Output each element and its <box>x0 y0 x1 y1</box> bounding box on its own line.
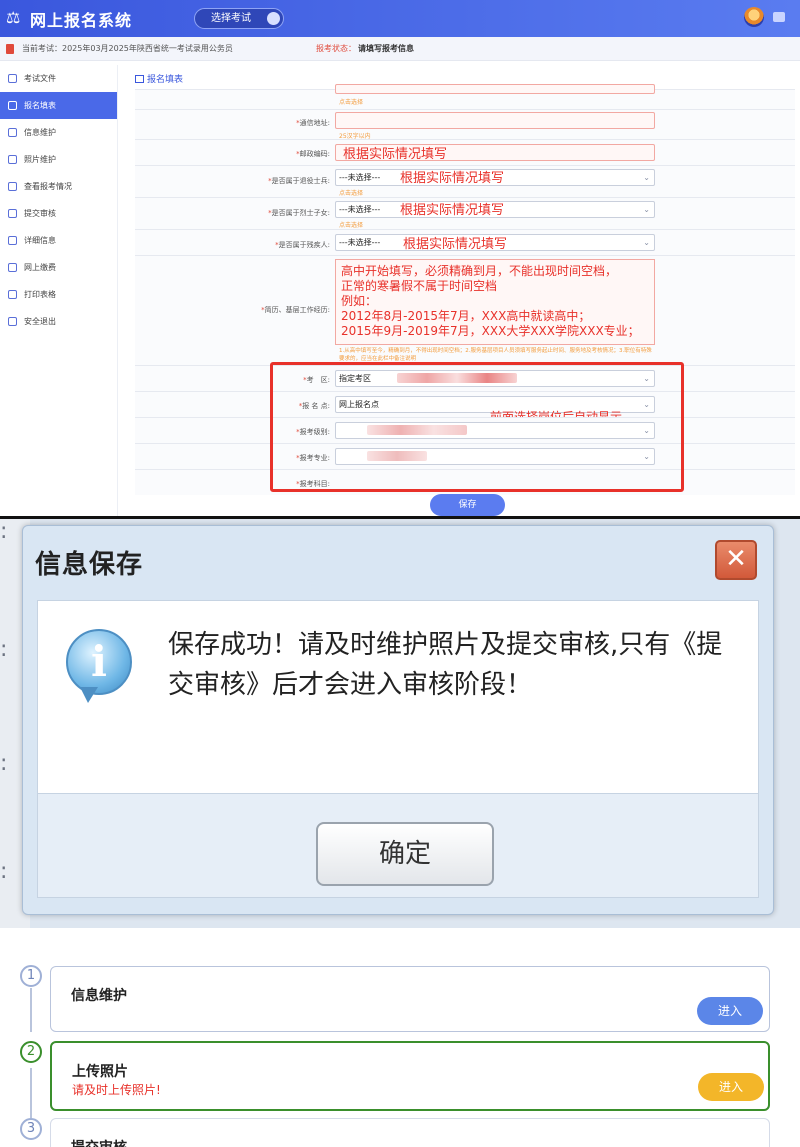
top-bar: ⚖ 网上报名系统 选择考试 <box>0 0 800 37</box>
select-exam-button[interactable]: 选择考试 <box>194 8 284 29</box>
step-subtitle: 请及时上传照片! <box>72 1083 161 1097</box>
background-text: : <box>0 859 8 884</box>
ok-button[interactable]: 确定 <box>316 822 494 886</box>
form-row-address: *通信地址: 25汉字以内 <box>135 109 795 140</box>
background-text: : <box>0 637 8 662</box>
sidebar-item-info-maintain[interactable]: 信息维护 <box>0 119 117 146</box>
step-connector <box>30 1068 32 1118</box>
step-title: 提交审核 <box>71 1137 127 1147</box>
sidebar-item-payment[interactable]: 网上缴费 <box>0 254 117 281</box>
step-title: 上传照片 <box>72 1064 128 1080</box>
submit-icon <box>8 209 17 218</box>
step-connector <box>30 988 32 1032</box>
disabled-label: *是否属于残疾人: <box>275 241 330 249</box>
page-title: 报名填表 <box>135 72 183 85</box>
print-icon <box>8 290 17 299</box>
home-icon <box>135 75 144 83</box>
sidebar-item-details[interactable]: 详细信息 <box>0 227 117 254</box>
veteran-note: 根据实际情况填写 <box>400 171 505 186</box>
select-exam-label: 选择考试 <box>211 13 251 24</box>
file-icon <box>8 74 17 83</box>
veteran-hint: 点击选择 <box>339 190 364 197</box>
message-icon[interactable] <box>773 12 785 22</box>
martyr-note: 根据实际情况填写 <box>400 203 505 218</box>
info-icon: i <box>66 629 132 695</box>
current-exam: 当前考试：2025年03月2025年陕西省统一考试录用公务员 <box>22 44 233 53</box>
info-icon-tail <box>80 687 98 703</box>
martyr-label: *是否属于烈士子女: <box>268 209 330 217</box>
status-label: 报考状态： <box>316 44 356 53</box>
sidebar-item-submit-review[interactable]: 提交审核 <box>0 200 117 227</box>
click-select-hint: 点击选择 <box>339 99 364 106</box>
chevron-down-icon: ⌄ <box>643 173 650 182</box>
postcode-label: *邮政编码: <box>296 150 330 158</box>
document-icon <box>6 44 14 54</box>
image-icon <box>8 155 17 164</box>
edit-icon <box>8 101 17 110</box>
sidebar-item-exam-files[interactable]: 考试文件 <box>0 65 117 92</box>
address-label: *通信地址: <box>296 119 330 127</box>
form-row-disabled: *是否属于残疾人: ---未选择--- ⌄ 根据实际情况填写 <box>135 229 795 255</box>
veteran-label: *是否属于退役士兵: <box>268 177 330 185</box>
steps-panel: 1 信息维护 进入 2 上传照片 请及时上传照片! 进入 3 提交审核 <box>0 928 800 1147</box>
form-row-martyr: *是否属于烈士子女: ---未选择--- ⌄ 根据实际情况填写 点击选择 <box>135 197 795 229</box>
form-row-postcode: *邮政编码: 根据实际情况填写 <box>135 139 795 165</box>
sidebar: 考试文件 报名填表 信息维护 照片维护 查看报考情况 提交审核 详细信息 网上缴… <box>0 65 118 516</box>
step-card-photo: 上传照片 请及时上传照片! 进入 <box>50 1041 770 1111</box>
form-row-resume: *简历、基层工作经历: 高中开始填写，必须精确到月，不能出现时间空档， 正常的寒… <box>135 255 795 365</box>
martyr-hint: 点击选择 <box>339 222 364 229</box>
step-card-info: 信息维护 进入 <box>50 966 770 1032</box>
printer-icon <box>8 182 17 191</box>
sidebar-item-photo[interactable]: 照片维护 <box>0 146 117 173</box>
exam-info-bar: 当前考试：2025年03月2025年陕西省统一考试录用公务员 报考状态： 请填写… <box>0 37 800 61</box>
resume-tip: 1.从高中填写至今，精确到月，不得出现时间空档；2.服务基层项目人员须填写服务起… <box>339 348 652 362</box>
background-text: : <box>0 751 8 776</box>
close-button[interactable]: ✕ <box>715 540 757 580</box>
resume-textarea[interactable]: 高中开始填写，必须精确到月，不能出现时间空档， 正常的寒暑假不属于时间空档 例如… <box>335 259 655 345</box>
step-title: 信息维护 <box>71 988 127 1004</box>
registration-form-panel: ⚖ 网上报名系统 选择考试 当前考试：2025年03月2025年陕西省统一考试录… <box>0 0 800 516</box>
form-row-veteran: *是否属于退役士兵: ---未选择--- ⌄ 根据实际情况填写 点击选择 <box>135 165 795 197</box>
save-dialog-panel: : : : : 信息保存 ✕ i 保存成功！请及时维护照片及提交审核,只有《提交… <box>0 516 800 928</box>
dialog-body: i 保存成功！请及时维护照片及提交审核,只有《提交审核》后才会进入审核阶段！ <box>37 600 759 794</box>
dialog-footer: 确定 <box>37 794 759 898</box>
info-icon <box>8 128 17 137</box>
step-card-submit: 提交审核 <box>50 1118 770 1147</box>
details-icon <box>8 236 17 245</box>
chevron-down-icon: ⌄ <box>643 238 650 247</box>
power-icon <box>8 317 17 326</box>
dialog-title: 信息保存 <box>35 550 144 580</box>
step-number-1: 1 <box>20 965 42 987</box>
step-number-3: 3 <box>20 1118 42 1140</box>
app-title: 网上报名系统 <box>30 11 133 30</box>
postcode-note: 根据实际情况填写 <box>343 147 448 162</box>
background-text: : <box>0 519 8 544</box>
payment-icon <box>8 263 17 272</box>
disabled-note: 根据实际情况填写 <box>403 237 508 252</box>
address-input[interactable] <box>335 112 655 129</box>
close-icon: ✕ <box>725 544 747 574</box>
dialog-message: 保存成功！请及时维护照片及提交审核,只有《提交审核》后才会进入审核阶段！ <box>168 630 723 700</box>
scales-logo-icon: ⚖ <box>6 8 21 27</box>
highlight-frame <box>270 362 684 492</box>
form-row-partial: 点击选择 <box>135 84 795 109</box>
sidebar-item-view-status[interactable]: 查看报考情况 <box>0 173 117 200</box>
status-value: 请填写报考信息 <box>358 44 414 53</box>
chevron-down-icon: ⌄ <box>643 205 650 214</box>
user-avatar[interactable] <box>744 7 764 27</box>
sidebar-item-fill-form[interactable]: 报名填表 <box>0 92 117 119</box>
step-number-2: 2 <box>20 1041 42 1063</box>
resume-label: *简历、基层工作经历: <box>261 306 330 314</box>
sidebar-item-print[interactable]: 打印表格 <box>0 281 117 308</box>
enter-photo-button[interactable]: 进入 <box>698 1073 764 1101</box>
sidebar-item-logout[interactable]: 安全退出 <box>0 308 117 335</box>
enter-info-button[interactable]: 进入 <box>697 997 763 1025</box>
partial-input[interactable] <box>335 84 655 94</box>
save-button[interactable]: 保存 <box>430 494 505 516</box>
info-save-dialog: 信息保存 ✕ i 保存成功！请及时维护照片及提交审核,只有《提交审核》后才会进入… <box>22 525 774 915</box>
toggle-knob-icon <box>267 12 280 25</box>
